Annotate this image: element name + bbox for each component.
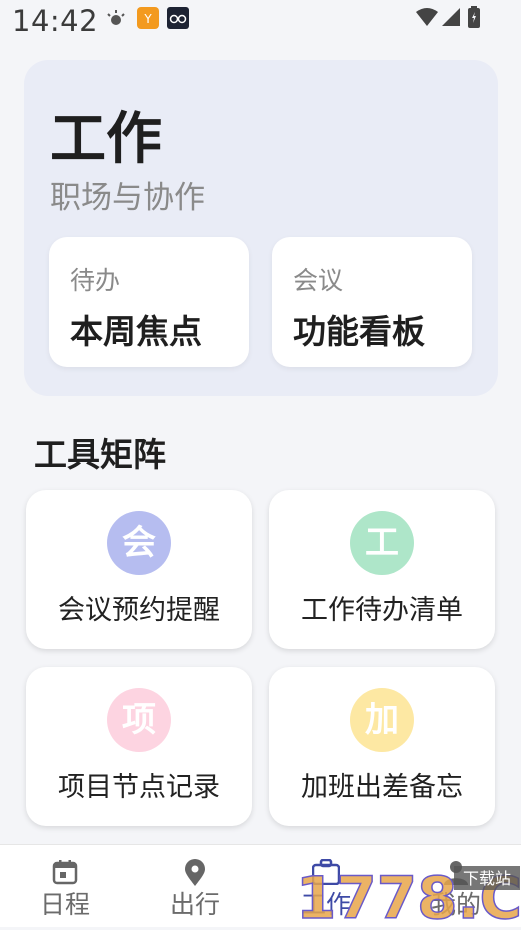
work-badge-icon: 工 xyxy=(350,511,414,575)
signal-icon xyxy=(442,8,460,30)
bottom-tab-bar: 日程 出行 工作 我的 xyxy=(0,844,521,927)
page-title: 工作 xyxy=(50,107,162,172)
project-badge-icon: 项 xyxy=(107,688,171,752)
meeting-badge-icon: 会 xyxy=(107,511,171,575)
glasses-icon xyxy=(167,7,189,33)
section-title: 工具矩阵 xyxy=(34,435,166,474)
app-notification-icon: Y xyxy=(137,7,159,33)
tool-label: 加班出差备忘 xyxy=(301,772,463,803)
card-tag: 会议 xyxy=(293,266,344,295)
meeting-board-card[interactable]: 会议 功能看板 xyxy=(272,237,472,367)
todo-focus-card[interactable]: 待办 本周焦点 xyxy=(49,237,249,367)
card-title: 功能看板 xyxy=(293,312,425,351)
hero-panel: 工作 职场与协作 待办 本周焦点 会议 功能看板 xyxy=(24,60,498,396)
tool-work-todo[interactable]: 工 工作待办清单 xyxy=(269,490,495,649)
tab-label: 日程 xyxy=(39,890,90,919)
status-time: 14:42 xyxy=(12,4,99,38)
card-title: 本周焦点 xyxy=(70,312,202,351)
tool-project-milestones[interactable]: 项 项目节点记录 xyxy=(26,667,252,826)
tool-label: 会议预约提醒 xyxy=(58,595,220,626)
status-bar: 14:42 Y xyxy=(0,0,521,40)
tab-schedule[interactable]: 日程 xyxy=(15,845,115,927)
tab-label: 工作 xyxy=(300,890,351,919)
overtime-badge-icon: 加 xyxy=(350,688,414,752)
tool-label: 工作待办清单 xyxy=(301,595,463,626)
tab-travel[interactable]: 出行 xyxy=(145,845,245,927)
battery-icon xyxy=(468,6,480,32)
tool-label: 项目节点记录 xyxy=(58,772,220,803)
wifi-icon xyxy=(416,8,438,30)
tab-work[interactable]: 工作 xyxy=(276,845,376,927)
tool-meeting-reminder[interactable]: 会 会议预约提醒 xyxy=(26,490,252,649)
page-subtitle: 职场与协作 xyxy=(50,180,205,216)
brightness-icon xyxy=(106,9,126,33)
tab-label: 出行 xyxy=(169,890,220,919)
tab-profile[interactable]: 我的 xyxy=(406,845,506,927)
svg-text:Y: Y xyxy=(143,12,152,26)
tab-label: 我的 xyxy=(430,890,481,919)
card-tag: 待办 xyxy=(70,266,121,295)
tool-overtime-trip-memo[interactable]: 加 加班出差备忘 xyxy=(269,667,495,826)
